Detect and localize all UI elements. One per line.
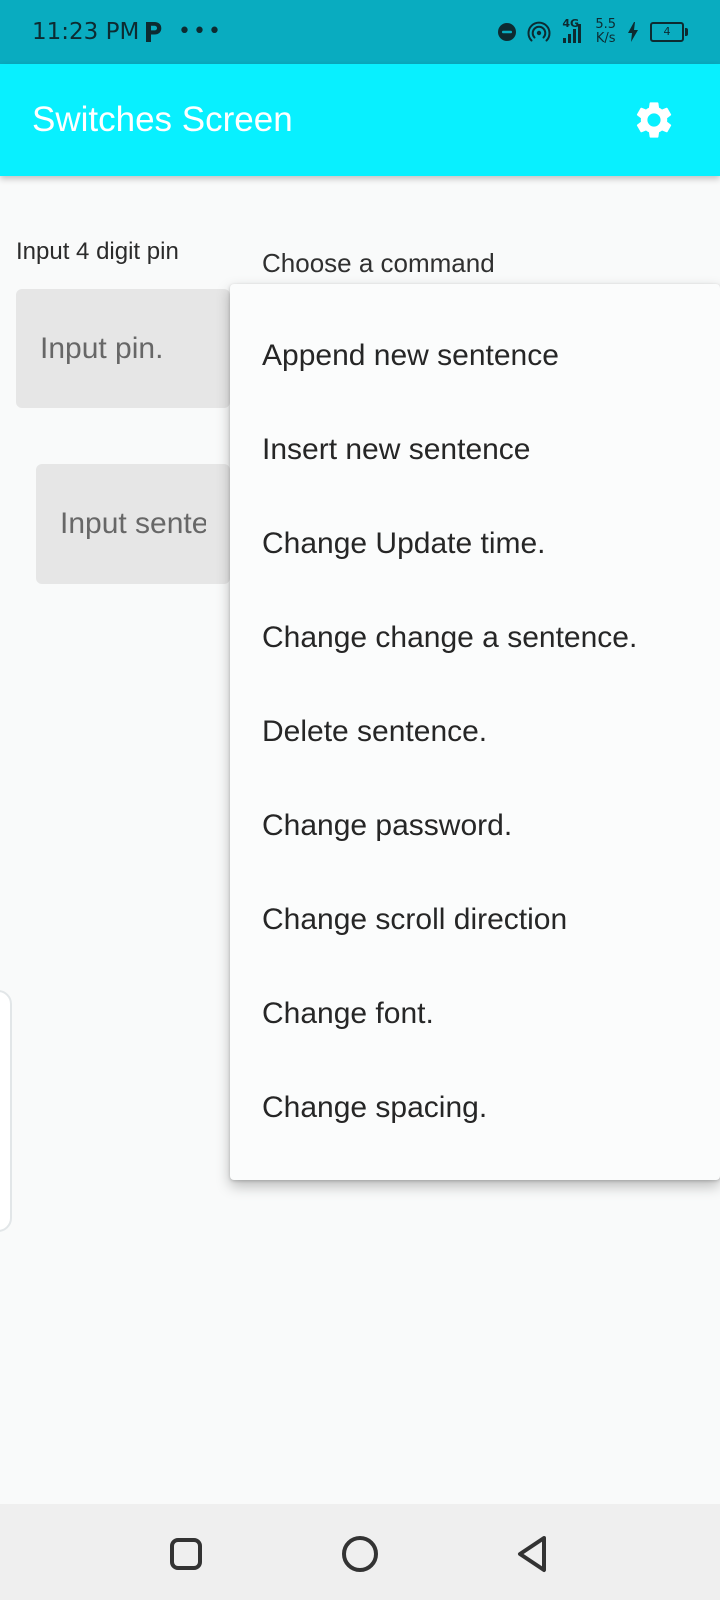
battery-icon: 4: [650, 22, 688, 42]
network-speed-unit: K/s: [595, 31, 616, 46]
home-button[interactable]: [336, 1530, 384, 1578]
more-notifications-indicator: •••: [178, 19, 223, 44]
page-title: Switches Screen: [32, 100, 293, 139]
status-time: 11:23 PM: [32, 19, 140, 45]
menu-item-change-font[interactable]: Change font.: [262, 990, 702, 1038]
menu-item-append-new-sentence[interactable]: Append new sentence: [262, 332, 702, 380]
menu-item-change-change-a-sentence[interactable]: Change change a sentence.: [262, 614, 702, 662]
home-icon: [342, 1536, 378, 1572]
recent-apps-icon: [170, 1538, 202, 1570]
command-dropdown-label: Choose a command: [262, 248, 495, 278]
gear-icon: [636, 102, 672, 138]
hotspot-icon: [527, 21, 551, 42]
navigation-bar: [0, 1504, 720, 1600]
signal-icon: 4G: [561, 17, 585, 44]
menu-item-delete-sentence[interactable]: Delete sentence.: [262, 708, 702, 756]
parking-app-icon: [146, 22, 162, 42]
do-not-disturb-icon: [498, 23, 517, 41]
command-dropdown-menu: Append new sentence Insert new sentence …: [230, 284, 720, 1180]
status-bar: 11:23 PM ••• 4G 5.5 K/s 4: [0, 0, 720, 64]
menu-item-change-update-time[interactable]: Change Update time.: [262, 520, 702, 568]
settings-button[interactable]: [632, 98, 676, 142]
pin-input[interactable]: [16, 289, 230, 408]
network-speed-value: 5.5: [595, 17, 616, 32]
side-panel-card[interactable]: [0, 990, 12, 1232]
app-bar: Switches Screen: [0, 64, 720, 176]
back-button[interactable]: [510, 1530, 558, 1578]
charging-icon: [628, 22, 638, 42]
status-icons: 4G 5.5 K/s 4: [497, 17, 688, 46]
menu-item-change-spacing[interactable]: Change spacing.: [262, 1084, 702, 1132]
menu-item-insert-new-sentence[interactable]: Insert new sentence: [262, 426, 702, 474]
pin-label: Input 4 digit pin: [16, 238, 179, 265]
menu-item-change-scroll-direction[interactable]: Change scroll direction: [262, 896, 702, 944]
network-speed: 5.5 K/s: [595, 18, 616, 46]
recent-apps-button[interactable]: [162, 1530, 210, 1578]
menu-item-change-password[interactable]: Change password.: [262, 802, 702, 850]
sentence-input[interactable]: [36, 464, 230, 584]
back-icon: [518, 1536, 546, 1572]
